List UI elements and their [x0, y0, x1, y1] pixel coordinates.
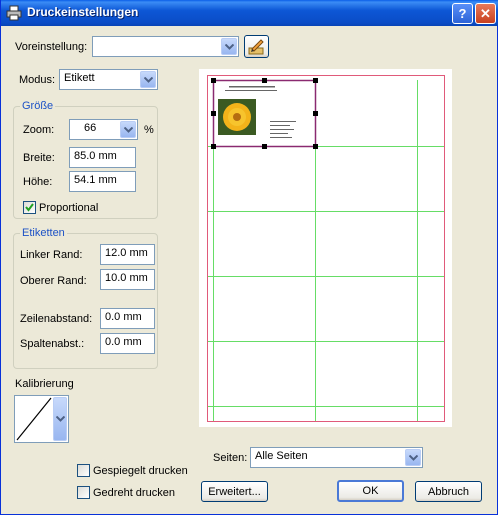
close-button[interactable]: ✕: [475, 3, 496, 24]
edit-pencil-icon: [248, 38, 264, 54]
labels-group-title: Etiketten: [20, 227, 67, 239]
proportional-checkbox[interactable]: [23, 201, 36, 214]
window-title: Druckeinstellungen: [27, 5, 139, 19]
pages-value: Alle Seiten: [255, 450, 308, 462]
advanced-button[interactable]: Erweitert...: [201, 481, 268, 502]
chevron-down-icon[interactable]: [221, 38, 237, 55]
width-input[interactable]: 85.0 mm: [69, 147, 136, 168]
mirrored-label: Gespiegelt drucken: [93, 465, 188, 477]
print-settings-dialog: Druckeinstellungen ? ✕ Voreinstellung: M…: [0, 0, 498, 515]
proportional-label: Proportional: [39, 202, 99, 214]
width-label: Breite:: [23, 152, 55, 164]
mode-select[interactable]: Etikett: [59, 69, 158, 90]
col-spacing-label: Spaltenabst.:: [20, 338, 85, 350]
calibration-select[interactable]: [14, 395, 69, 443]
left-margin-label: Linker Rand:: [20, 249, 83, 261]
top-margin-label: Oberer Rand:: [20, 275, 87, 287]
zoom-unit: %: [144, 124, 154, 136]
row-spacing-input[interactable]: 0.0 mm: [100, 308, 155, 329]
chevron-down-icon[interactable]: [120, 121, 136, 138]
row-spacing-label: Zeilenabstand:: [20, 313, 93, 325]
zoom-select[interactable]: 66: [69, 119, 138, 140]
rotated-checkbox[interactable]: [77, 486, 90, 499]
height-label: Höhe:: [23, 176, 53, 188]
preset-select[interactable]: [92, 36, 239, 57]
size-group-title: Größe: [20, 100, 56, 112]
help-button[interactable]: ?: [452, 3, 473, 24]
chevron-down-icon[interactable]: [140, 71, 156, 88]
zoom-value: 66: [84, 122, 97, 134]
cancel-button[interactable]: Abbruch: [415, 481, 482, 502]
pages-select[interactable]: Alle Seiten: [250, 447, 423, 468]
mode-value: Etikett: [64, 72, 95, 84]
preset-label: Voreinstellung:: [15, 41, 88, 53]
edit-preset-button[interactable]: [244, 35, 269, 58]
top-margin-input[interactable]: 10.0 mm: [100, 269, 155, 290]
rotated-label: Gedreht drucken: [93, 487, 175, 499]
ok-button[interactable]: OK: [337, 480, 404, 502]
left-margin-input[interactable]: 12.0 mm: [100, 244, 155, 265]
preview-page: [207, 75, 445, 422]
col-spacing-input[interactable]: 0.0 mm: [100, 333, 155, 354]
printer-icon: [6, 5, 22, 21]
calibration-curve-icon: [16, 397, 52, 441]
print-preview[interactable]: [199, 69, 452, 427]
zoom-label: Zoom:: [23, 124, 55, 136]
calibration-label: Kalibrierung: [15, 378, 74, 390]
checkmark-icon: [25, 203, 34, 212]
height-input[interactable]: 54.1 mm: [69, 171, 136, 192]
mode-label: Modus:: [19, 74, 56, 86]
title-bar[interactable]: Druckeinstellungen ? ✕: [1, 0, 498, 26]
pages-label: Seiten:: [213, 452, 248, 464]
chevron-down-icon[interactable]: [405, 449, 421, 466]
mirrored-checkbox[interactable]: [77, 464, 90, 477]
chevron-down-icon[interactable]: [53, 397, 67, 441]
